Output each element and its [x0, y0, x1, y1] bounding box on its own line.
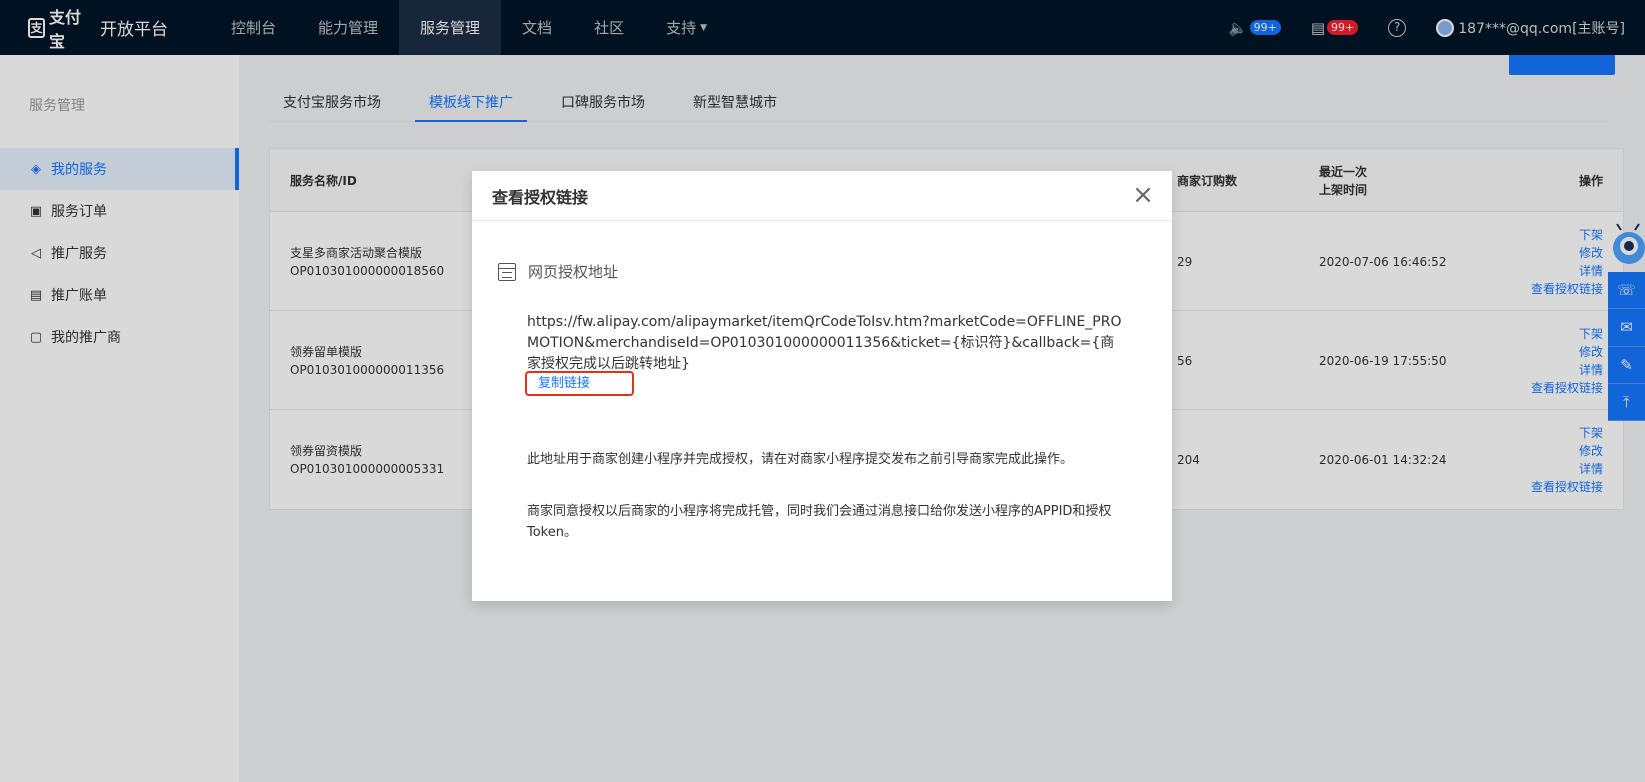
modal-header: 查看授权链接 × [472, 171, 1172, 221]
auth-url: https://fw.alipay.com/alipaymarket/itemQ… [527, 314, 1122, 372]
browser-window-icon [498, 262, 516, 281]
description-hosting: 商家同意授权以后商家的小程序将完成托管，同时我们会通过消息接口给你发送小程序的A… [527, 504, 1112, 540]
description-usage: 此地址用于商家创建小程序并完成授权，请在对商家小程序提交发布之前引导商家完成此操… [527, 452, 1074, 467]
auth-link-modal: 查看授权链接 × 网页授权地址 https://fw.alipay.com/al… [472, 171, 1172, 601]
copy-link-button[interactable]: 复制链接 [525, 371, 634, 396]
modal-title: 查看授权链接 [492, 187, 589, 207]
close-icon[interactable]: × [1130, 182, 1156, 209]
section-header: 网页授权地址 [498, 261, 618, 282]
section-title: 网页授权地址 [528, 263, 619, 281]
